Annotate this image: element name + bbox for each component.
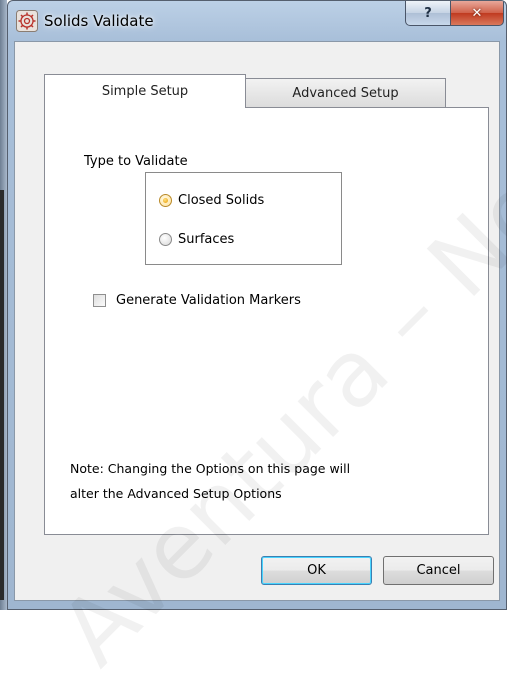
note-line-2: alter the Advanced Setup Options bbox=[70, 486, 282, 501]
dialog-client-area: Simple Setup Advanced Setup Type to Vali… bbox=[14, 41, 500, 601]
app-gear-icon bbox=[16, 10, 38, 32]
tab-simple-setup[interactable]: Simple Setup bbox=[44, 74, 246, 108]
tab-label: Simple Setup bbox=[101, 84, 189, 99]
ok-label: OK bbox=[307, 563, 326, 578]
tab-label: Advanced Setup bbox=[292, 85, 399, 101]
note-line-1: Note: Changing the Options on this page … bbox=[70, 461, 351, 476]
cancel-label: Cancel bbox=[416, 563, 461, 578]
close-icon: ✕ bbox=[471, 5, 483, 21]
radio-closed-solids[interactable]: Closed Solids bbox=[159, 193, 264, 208]
title-bar[interactable]: Solids Validate ? ✕ bbox=[8, 1, 506, 41]
options-note: Note: Changing the Options on this page … bbox=[70, 456, 350, 506]
background-window-edge bbox=[0, 0, 7, 610]
ok-button[interactable]: OK bbox=[261, 556, 372, 585]
tab-advanced-setup[interactable]: Advanced Setup bbox=[246, 78, 446, 108]
window-title: Solids Validate bbox=[44, 12, 154, 30]
help-icon: ? bbox=[424, 5, 432, 21]
type-to-validate-label: Type to Validate bbox=[84, 154, 188, 169]
radio-label: Closed Solids bbox=[178, 193, 265, 208]
radio-unselected-icon bbox=[159, 233, 172, 246]
help-button[interactable]: ? bbox=[405, 1, 451, 26]
radio-label: Surfaces bbox=[178, 232, 235, 247]
generate-markers-checkbox[interactable]: Generate Validation Markers bbox=[93, 293, 301, 308]
checkbox-unchecked-icon bbox=[93, 294, 106, 307]
radio-selected-icon bbox=[159, 194, 172, 207]
radio-surfaces[interactable]: Surfaces bbox=[159, 232, 234, 247]
dialog-window: Solids Validate ? ✕ Simple Setup Advance… bbox=[7, 0, 507, 610]
checkbox-label: Generate Validation Markers bbox=[116, 293, 301, 308]
type-radio-group bbox=[145, 172, 342, 265]
close-button[interactable]: ✕ bbox=[450, 1, 504, 26]
cancel-button[interactable]: Cancel bbox=[383, 556, 494, 585]
